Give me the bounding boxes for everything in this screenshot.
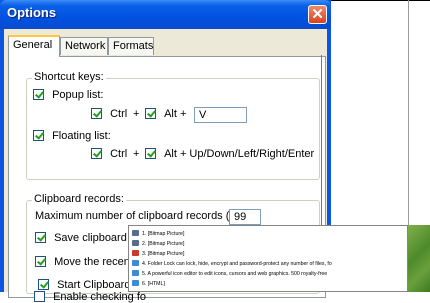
- floating-alt-label: Alt + Up/Down/Left/Right/Enter: [164, 148, 315, 160]
- popup-alt-checkbox[interactable]: [145, 108, 156, 119]
- popup-plus-sign: +: [133, 108, 140, 120]
- popup-item-text: 3. [Bitmap Picture]: [142, 251, 185, 257]
- popup-list-item[interactable]: 4. Folder Lock can lock, hide, encrypt a…: [132, 259, 332, 269]
- enable-checking-label: Enable checking fo: [53, 291, 147, 303]
- start-clipboard-checkbox[interactable]: [38, 279, 49, 290]
- popup-hotkey-input[interactable]: V: [194, 107, 247, 123]
- popup-ctrl-label: Ctrl: [110, 108, 128, 120]
- move-recently-checkbox[interactable]: [35, 256, 46, 267]
- popup-alt-label: Alt +: [164, 108, 187, 120]
- title-bar[interactable]: Options ✕: [0, 0, 331, 29]
- tab-general[interactable]: General: [8, 35, 60, 57]
- enable-checking-checkbox[interactable]: [34, 291, 45, 302]
- text-clip-icon: [132, 260, 139, 266]
- picture-icon: [132, 230, 139, 236]
- floating-list-checkbox[interactable]: [33, 130, 44, 141]
- close-button[interactable]: ✕: [308, 5, 327, 24]
- popup-list-checkbox-row[interactable]: Popup list:: [33, 89, 103, 101]
- floating-list-checkbox-row[interactable]: Floating list:: [33, 130, 111, 142]
- text-clip-icon: [132, 270, 139, 276]
- popup-list-item[interactable]: 5. A powerful icon editor to edit icons,…: [132, 269, 327, 279]
- floating-ctrl-checkbox[interactable]: [91, 148, 102, 159]
- popup-item-text: 1. [Bitmap Picture]: [142, 231, 185, 237]
- shortcut-keys-group: Shortcut keys: Popup list: Ctrl + Alt + …: [26, 71, 320, 180]
- floating-list-label: Floating list:: [52, 130, 111, 142]
- popup-item-text: 5. A powerful icon editor to edit icons,…: [142, 271, 328, 277]
- move-recently-checkbox-row[interactable]: Move the recently: [35, 256, 141, 268]
- popup-list-checkbox[interactable]: [33, 89, 44, 100]
- popup-ctrl-checkbox[interactable]: [91, 108, 102, 119]
- floating-alt-checkbox-row[interactable]: Alt + Up/Down/Left/Right/Enter: [145, 148, 314, 160]
- popup-list-item[interactable]: 1. [Bitmap Picture]: [132, 229, 184, 239]
- picture-icon: [132, 240, 139, 246]
- save-records-checkbox[interactable]: [35, 232, 46, 243]
- popup-list-item[interactable]: 3. [Bitmap Picture]: [132, 249, 184, 259]
- picture-red-icon: [132, 250, 139, 256]
- tab-formats[interactable]: Formats: [108, 37, 154, 55]
- floating-alt-checkbox[interactable]: [145, 148, 156, 159]
- clipboard-popup-list: 1. [Bitmap Picture] 2. [Bitmap Picture] …: [128, 225, 408, 292]
- popup-alt-checkbox-row[interactable]: Alt +: [145, 108, 186, 120]
- tab-network[interactable]: Network: [60, 37, 108, 55]
- max-records-input[interactable]: 99: [229, 209, 261, 225]
- floating-ctrl-label: Ctrl: [110, 148, 128, 160]
- popup-item-text: 4. Folder Lock can lock, hide, encrypt a…: [142, 261, 332, 267]
- popup-list-item[interactable]: 2. [Bitmap Picture]: [132, 239, 184, 249]
- shortcut-keys-group-label: Shortcut keys:: [32, 71, 106, 83]
- floating-ctrl-checkbox-row[interactable]: Ctrl: [91, 148, 127, 160]
- max-records-label: Maximum number of clipboard records (1~9…: [35, 210, 261, 222]
- popup-ctrl-checkbox-row[interactable]: Ctrl: [91, 108, 127, 120]
- window-title: Options: [7, 5, 57, 20]
- popup-item-text: 6. [HTML]: [142, 281, 165, 287]
- enable-checking-checkbox-row[interactable]: Enable checking fo: [34, 291, 146, 303]
- clipboard-records-group-label: Clipboard records:: [32, 193, 126, 205]
- popup-list-item[interactable]: 6. [HTML]: [132, 279, 165, 289]
- html-icon: [132, 280, 139, 286]
- desktop-wallpaper: [408, 225, 430, 292]
- top-border-line: [331, 0, 430, 1]
- popup-list-label: Popup list:: [52, 89, 104, 101]
- floating-plus-sign: +: [133, 148, 140, 160]
- popup-item-text: 2. [Bitmap Picture]: [142, 241, 185, 247]
